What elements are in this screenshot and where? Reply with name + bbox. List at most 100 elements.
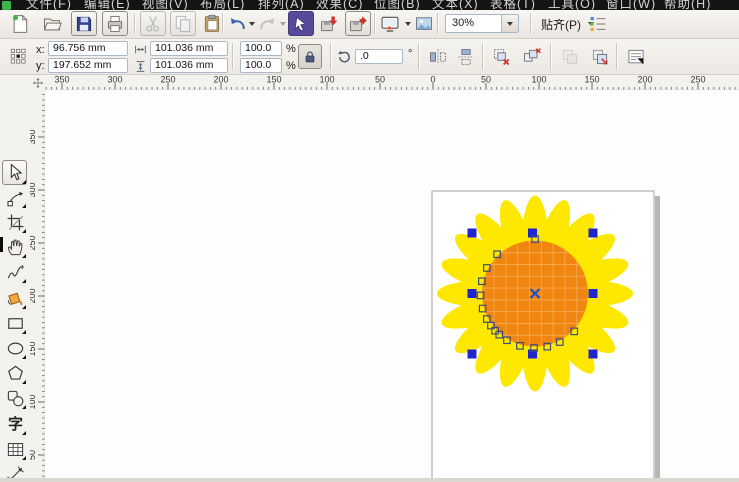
- object-height-icon: [134, 60, 147, 73]
- ungroup-all-button[interactable]: [520, 45, 544, 69]
- selection-handle[interactable]: [467, 289, 477, 298]
- options-button[interactable]: [586, 12, 610, 36]
- menu-item-6[interactable]: 效果(C): [316, 0, 363, 10]
- undo-icon: [227, 14, 247, 34]
- svg-text:350: 350: [54, 75, 69, 85]
- intersect-button[interactable]: [588, 45, 612, 69]
- flyout-arrow-icon: [22, 305, 26, 309]
- selection-handle[interactable]: [588, 349, 598, 359]
- left-edge-mark: [0, 237, 3, 252]
- menu-item-1[interactable]: 文件(F): [26, 0, 72, 10]
- selection-handle[interactable]: [588, 289, 598, 298]
- flyout-arrow-icon: [22, 254, 26, 258]
- import-button[interactable]: [317, 12, 341, 36]
- menu-item-4[interactable]: 布局(L): [200, 0, 245, 10]
- redo-dropdown[interactable]: [278, 12, 287, 36]
- tool-pick[interactable]: [2, 160, 27, 185]
- wrap-paragraph-text-icon: [626, 47, 646, 67]
- open-button[interactable]: [40, 12, 64, 36]
- selection-handle[interactable]: [467, 228, 477, 238]
- ruler-origin[interactable]: [30, 75, 45, 90]
- svg-text:250: 250: [160, 75, 175, 85]
- tool-table[interactable]: [5, 439, 26, 460]
- menu-item-3[interactable]: 视图(V): [142, 0, 189, 10]
- app-logo-icon: [2, 1, 11, 10]
- selection-handle[interactable]: [588, 228, 598, 238]
- scale-horizontal-field[interactable]: 100.0: [240, 41, 282, 56]
- tool-basic-shapes[interactable]: [5, 388, 26, 409]
- menu-item-11[interactable]: 窗口(W): [606, 0, 656, 10]
- object-width-field[interactable]: 101.036 mm: [150, 41, 228, 56]
- y-position-field[interactable]: 197.652 mm: [48, 58, 128, 73]
- tool-smart-fill[interactable]: [5, 288, 26, 309]
- chevron-down-icon: [507, 21, 513, 26]
- export-icon: [348, 14, 368, 34]
- flyout-arrow-icon: [22, 380, 26, 384]
- print-icon: [105, 14, 125, 34]
- zoom-level-dropdown[interactable]: [502, 14, 519, 33]
- menu-item-2[interactable]: 编辑(E): [84, 0, 131, 10]
- tool-crop[interactable]: [5, 212, 26, 233]
- menu-item-10[interactable]: 工具(O): [548, 0, 596, 10]
- tool-shape[interactable]: [5, 187, 26, 208]
- propbar-sep-4: [482, 43, 483, 70]
- snap-to-label: 贴齐(P): [541, 17, 581, 32]
- sep-2: [222, 13, 223, 34]
- welcome-screen-button[interactable]: [412, 12, 436, 36]
- paste-button[interactable]: [200, 12, 224, 36]
- copy-button[interactable]: [170, 11, 196, 36]
- menu-item-12[interactable]: 帮助(H): [664, 0, 711, 10]
- svg-text:50: 50: [481, 75, 491, 85]
- rotation-angle-field[interactable]: .0: [355, 49, 403, 64]
- zoom-level-value[interactable]: 30%: [445, 14, 502, 33]
- combine-button[interactable]: [558, 45, 582, 69]
- lock-ratio-button[interactable]: [298, 44, 322, 69]
- menu-item-9[interactable]: 表格(T): [490, 0, 536, 10]
- wrap-paragraph-text-button[interactable]: [624, 45, 648, 69]
- x-position-field[interactable]: 96.756 mm: [48, 41, 128, 56]
- tool-freehand[interactable]: [5, 262, 26, 283]
- cut-button[interactable]: [140, 11, 166, 36]
- mirror-vertical-button[interactable]: [454, 45, 478, 69]
- sep-3: [374, 13, 375, 34]
- horizontal-ruler[interactable]: 350 300 250 200 150 100 50 0 50 100 150 200 250: [45, 75, 739, 91]
- tool-rectangle[interactable]: [5, 313, 26, 334]
- export-button[interactable]: [345, 11, 371, 36]
- drawing-area[interactable]: [45, 90, 739, 482]
- menu-item-5[interactable]: 排列(A): [258, 0, 305, 10]
- import-icon: [319, 14, 339, 34]
- propbar-sep-3: [418, 43, 419, 70]
- tool-ellipse[interactable]: [5, 338, 26, 359]
- undo-dropdown[interactable]: [247, 12, 256, 36]
- save-button[interactable]: [71, 11, 97, 36]
- search-content-button[interactable]: [288, 11, 314, 36]
- new-icon: [10, 14, 30, 34]
- print-button[interactable]: [102, 11, 128, 36]
- application-launcher-dropdown[interactable]: [403, 12, 412, 36]
- svg-text:50: 50: [30, 450, 37, 460]
- drawing-canvas[interactable]: [45, 90, 739, 482]
- vertical-ruler[interactable]: 350 300 250 200 150 100 50: [27, 90, 46, 482]
- new-document-button[interactable]: [8, 12, 32, 36]
- selection-handle[interactable]: [467, 349, 477, 359]
- menu-item-7[interactable]: 位图(B): [374, 0, 421, 10]
- tool-pan[interactable]: [5, 237, 26, 258]
- undo-button[interactable]: [225, 12, 249, 36]
- object-height-field[interactable]: 101.036 mm: [150, 58, 228, 73]
- degree-label: °: [408, 48, 413, 60]
- application-launcher-button[interactable]: [378, 12, 402, 36]
- tool-text[interactable]: 字: [5, 414, 26, 435]
- zoom-level-combo[interactable]: 30%: [445, 14, 519, 33]
- svg-text:0: 0: [430, 75, 435, 85]
- mirror-horizontal-button[interactable]: [426, 45, 450, 69]
- flyout-arrow-icon: [22, 405, 26, 409]
- ungroup-button[interactable]: [490, 45, 514, 69]
- x-label: x:: [36, 44, 45, 56]
- redo-button[interactable]: [256, 12, 280, 36]
- tool-polygon[interactable]: [5, 363, 26, 384]
- menu-item-8[interactable]: 文本(X): [432, 0, 479, 10]
- object-width-icon: [134, 43, 147, 56]
- property-bar: x: 96.756 mm y: 197.652 mm 101.036 mm 10…: [0, 39, 739, 75]
- svg-text:100: 100: [30, 394, 37, 409]
- scale-vertical-field[interactable]: 100.0: [240, 58, 282, 73]
